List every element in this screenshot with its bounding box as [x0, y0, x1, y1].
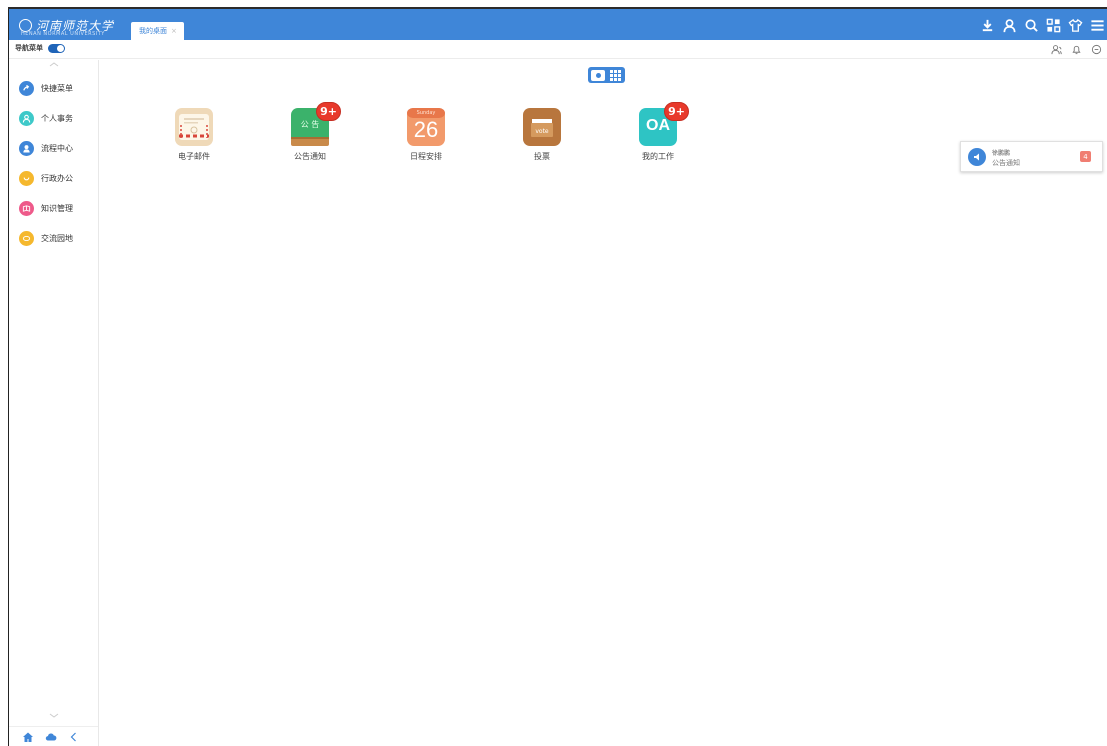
seal-icon: [19, 18, 32, 32]
vote-icon: vote: [523, 108, 561, 146]
unread-badge: 9+: [664, 102, 689, 121]
nav-menu-toggle[interactable]: 导航菜单: [15, 43, 65, 53]
sidebar-item-label: 流程中心: [41, 143, 73, 153]
notification-count-badge: 4: [1080, 151, 1091, 162]
app-label: 日程安排: [410, 152, 442, 161]
knowledge-icon: [19, 200, 34, 216]
sub-tools: [1048, 42, 1104, 56]
app-vote[interactable]: vote 投票: [502, 108, 582, 162]
app-label: 投票: [534, 152, 550, 161]
app-window: 河南师范大学 HENAN NORMAL UNIVERSITY 我的桌面 × 导航…: [8, 9, 1107, 746]
collapse-icon[interactable]: [67, 730, 80, 743]
oa-icon: OA 9+: [639, 102, 689, 146]
sidebar-item-personal[interactable]: 个人事务: [9, 103, 98, 133]
window-top-edge: [0, 0, 1107, 9]
sub-bar: 导航菜单: [9, 40, 1107, 59]
nav-toggle-switch[interactable]: [48, 43, 65, 53]
sidebar-item-forum[interactable]: 交流园地: [9, 223, 98, 253]
calendar-day: 26: [413, 117, 439, 142]
notification-sender: 徐鹏鹏: [992, 150, 1011, 157]
notice-board-icon: 公 告 9+: [291, 102, 341, 146]
workflow-icon: [19, 140, 34, 156]
shortcut-icon: [19, 80, 34, 96]
app-label: 公告通知: [294, 152, 326, 161]
scroll-up-icon[interactable]: [48, 60, 60, 68]
notification-type: 公告通知: [992, 159, 1020, 167]
speaker-icon: [968, 148, 986, 166]
menu-icon[interactable]: [1086, 15, 1107, 35]
app-label: 电子邮件: [178, 152, 210, 161]
person-icon: [19, 110, 34, 126]
app-schedule[interactable]: Sunday 26 日程安排: [386, 108, 466, 162]
home-icon[interactable]: [21, 730, 34, 743]
sidebar-item-label: 行政办公: [41, 173, 73, 183]
sidebar-bottom-bar: [9, 726, 98, 746]
unread-badge: 9+: [316, 102, 341, 121]
top-bar: 河南师范大学 HENAN NORMAL UNIVERSITY 我的桌面 ×: [9, 9, 1107, 40]
tab-label: 我的桌面: [139, 27, 167, 35]
app-announcements[interactable]: 公 告 9+ 公告通知: [270, 102, 350, 162]
sidebar: 快捷菜单 个人事务 流程中心 行政办公 知识管理 交流园地: [9, 60, 99, 746]
app-label: 我的工作: [642, 152, 674, 161]
tab-close-icon[interactable]: ×: [171, 27, 177, 35]
bell-icon[interactable]: [1068, 42, 1084, 56]
cloud-icon[interactable]: [44, 730, 57, 743]
header-tools: [976, 15, 1107, 35]
sidebar-menu: 快捷菜单 个人事务 流程中心 行政办公 知识管理 交流园地: [9, 73, 98, 253]
org-icon[interactable]: [1048, 42, 1064, 56]
calendar-weekday: Sunday: [416, 110, 436, 116]
view-mode-toggle[interactable]: [588, 67, 625, 83]
sidebar-item-label: 交流园地: [41, 233, 73, 243]
sidebar-item-workflow[interactable]: 流程中心: [9, 133, 98, 163]
sidebar-item-label: 知识管理: [41, 203, 73, 213]
calendar-icon: Sunday 26: [407, 108, 445, 146]
logout-icon[interactable]: [1088, 42, 1104, 56]
apps-icon[interactable]: [1042, 15, 1064, 35]
download-icon[interactable]: [976, 15, 998, 35]
sidebar-item-label: 个人事务: [41, 113, 73, 123]
sidebar-item-label: 快捷菜单: [41, 83, 73, 93]
sidebar-item-knowledge[interactable]: 知识管理: [9, 193, 98, 223]
user-icon[interactable]: [998, 15, 1020, 35]
sidebar-item-admin-office[interactable]: 行政办公: [9, 163, 98, 193]
grid-view-icon[interactable]: [609, 69, 622, 81]
tab-my-desktop[interactable]: 我的桌面 ×: [131, 22, 184, 40]
office-icon: [19, 170, 34, 186]
notification-popup[interactable]: 徐鹏鹏 公告通知 4: [960, 141, 1103, 172]
app-email[interactable]: 电子邮件: [154, 108, 234, 162]
logo-subtext: HENAN NORMAL UNIVERSITY: [21, 31, 105, 37]
scroll-down-icon[interactable]: [48, 712, 60, 720]
forum-icon: [19, 230, 34, 246]
vote-text: vote: [535, 128, 549, 135]
desktop-view-icon[interactable]: [591, 69, 605, 81]
app-my-work[interactable]: OA 9+ 我的工作: [618, 102, 698, 162]
email-icon: [175, 108, 213, 146]
nav-toggle-label: 导航菜单: [15, 44, 43, 52]
search-icon[interactable]: [1020, 15, 1042, 35]
skin-icon[interactable]: [1064, 15, 1086, 35]
sidebar-item-shortcuts[interactable]: 快捷菜单: [9, 73, 98, 103]
